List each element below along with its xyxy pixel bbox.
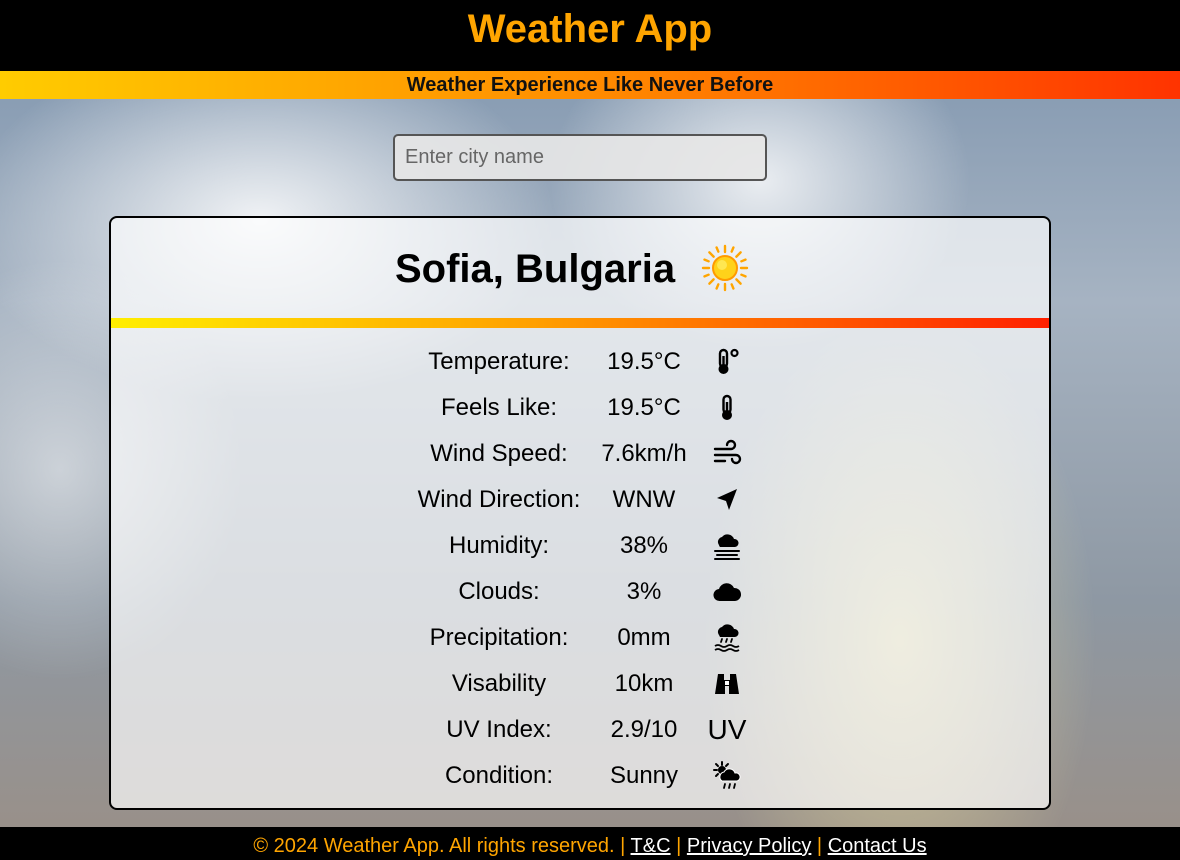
privacy-policy-link[interactable]: Privacy Policy: [687, 835, 811, 857]
detail-value: 0mm: [617, 624, 671, 651]
card-divider: [111, 318, 1049, 328]
detail-label: Precipitation:: [429, 624, 569, 651]
uv-icon: UV: [707, 714, 747, 746]
humidity-icon: [707, 530, 747, 562]
detail-row-precipitation: Precipitation: 0mm: [111, 615, 1049, 661]
tagline-bar: Weather Experience Like Never Before: [0, 71, 1180, 99]
footer: © 2024 Weather App. All rights reserved.…: [0, 827, 1180, 860]
app-header: Weather App: [0, 0, 1180, 71]
weather-card: Sofia, Bulgaria Temperature: 19.5°C Feel…: [109, 216, 1051, 810]
detail-row-temperature: Temperature: 19.5°C: [111, 339, 1049, 385]
terms-link[interactable]: T&C: [631, 835, 671, 857]
footer-separator: |: [816, 835, 823, 857]
thermometer-icon: [707, 392, 747, 424]
detail-value: 3%: [626, 578, 662, 605]
detail-label: Wind Speed:: [430, 440, 568, 467]
detail-value: 19.5°C: [607, 348, 681, 375]
contact-us-link[interactable]: Contact Us: [828, 835, 927, 857]
detail-row-humidity: Humidity: 38%: [111, 523, 1049, 569]
detail-row-wind-speed: Wind Speed: 7.6km/h: [111, 431, 1049, 477]
city-search-input[interactable]: [393, 134, 767, 181]
wind-icon: [707, 438, 747, 470]
detail-label: Wind Direction:: [417, 486, 581, 513]
detail-row-clouds: Clouds: 3%: [111, 569, 1049, 615]
city-name: Sofia, Bulgaria: [395, 247, 676, 291]
detail-value: Sunny: [609, 762, 679, 789]
sun-cloud-rain-icon: [707, 760, 747, 792]
app-title: Weather App: [467, 7, 713, 51]
weather-details: Temperature: 19.5°C Feels Like: 19.5°C W…: [111, 339, 1049, 799]
detail-value: 2.9/10: [610, 716, 678, 743]
detail-label: Temperature:: [428, 348, 570, 375]
detail-label: Clouds:: [458, 578, 540, 605]
cloud-icon: [707, 576, 747, 608]
rain-icon: [707, 622, 747, 654]
detail-row-condition: Condition: Sunny: [111, 753, 1049, 799]
detail-row-uv-index: UV Index: 2.9/10 UV: [111, 707, 1049, 753]
detail-value: 19.5°C: [607, 394, 681, 421]
detail-label: Condition:: [444, 762, 554, 789]
footer-separator: |: [676, 835, 682, 857]
detail-value: WNW: [612, 486, 676, 513]
footer-copyright: © 2024 Weather App. All rights reserved.…: [253, 835, 626, 857]
tagline-text: Weather Experience Like Never Before: [406, 74, 774, 96]
detail-row-feels-like: Feels Like: 19.5°C: [111, 385, 1049, 431]
detail-label: UV Index:: [446, 716, 552, 743]
direction-arrow-icon: [707, 484, 747, 516]
detail-row-visibility: Visability 10km: [111, 661, 1049, 707]
weather-card-header: Sofia, Bulgaria: [111, 218, 1049, 318]
detail-label: Feels Like:: [440, 394, 558, 421]
detail-value: 10km: [614, 670, 674, 697]
detail-label: Humidity:: [448, 532, 550, 559]
detail-row-wind-direction: Wind Direction: WNW: [111, 477, 1049, 523]
sun-icon: [701, 244, 749, 292]
detail-value: 38%: [619, 532, 669, 559]
detail-value: 7.6km/h: [601, 440, 687, 467]
thermometer-degree-icon: [707, 346, 747, 378]
uv-icon-text: UV: [707, 714, 747, 745]
detail-label: Visability: [451, 670, 547, 697]
binoculars-icon: [707, 668, 747, 700]
